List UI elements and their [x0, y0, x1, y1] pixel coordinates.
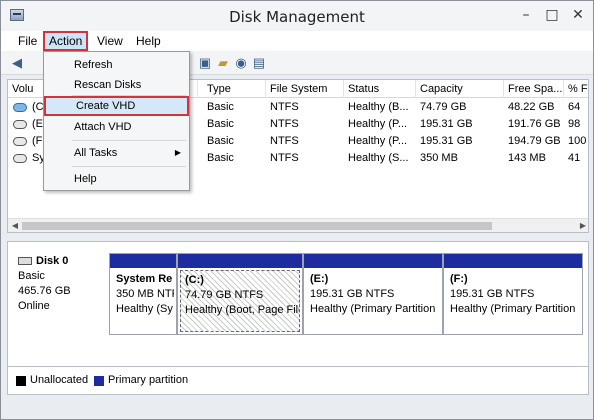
- partition-name: (F:): [450, 273, 468, 285]
- primary-partition-band: [178, 254, 302, 268]
- cell-free-space: 191.76 GB: [508, 118, 561, 130]
- menu-separator: [72, 140, 186, 141]
- unallocated-swatch: [16, 376, 26, 386]
- menu-separator: [72, 166, 186, 167]
- title-bar: Disk Management – □ ✕: [1, 1, 593, 31]
- volume-icon: [13, 103, 27, 112]
- column-free-space[interactable]: Free Spa...: [504, 80, 564, 98]
- cell-percent-free: 100: [568, 135, 587, 147]
- cell-percent-free: 41: [568, 152, 581, 164]
- menu-item-all-tasks[interactable]: All Tasks ▶: [44, 143, 189, 163]
- help-icon[interactable]: ▤: [251, 55, 267, 71]
- partition-e[interactable]: (E:) 195.31 GB NTFS Healthy (Primary Par…: [303, 253, 443, 335]
- primary-partition-band: [304, 254, 442, 268]
- menu-bar: File Action View Help: [1, 31, 593, 51]
- cell-capacity: 195.31 GB: [420, 118, 473, 130]
- menu-file[interactable]: File: [14, 33, 41, 49]
- menu-item-all-tasks-label: All Tasks: [74, 147, 118, 159]
- close-button[interactable]: ✕: [565, 5, 591, 25]
- cell-status: Healthy (P...: [348, 118, 408, 130]
- menu-item-rescan-disks[interactable]: Rescan Disks: [44, 75, 189, 95]
- cell-percent-free: 64: [568, 101, 581, 113]
- primary-partition-band: [444, 254, 582, 268]
- partition-status: Healthy (Primary Partition: [310, 303, 436, 315]
- submenu-arrow-icon: ▶: [174, 148, 181, 157]
- window-title: Disk Management: [229, 8, 365, 26]
- cell-status: Healthy (B...: [348, 101, 409, 113]
- partition-size: 195.31 GB NTFS: [450, 288, 535, 300]
- scrollbar-thumb[interactable]: [22, 222, 492, 230]
- cell-file-system: NTFS: [270, 118, 299, 130]
- column-percent-free[interactable]: % F: [564, 80, 588, 98]
- cell-status: Healthy (P...: [348, 135, 408, 147]
- partition-f[interactable]: (F:) 195.31 GB NTFS Healthy (Primary Par…: [443, 253, 583, 335]
- partition-size: 74.79 GB NTFS: [185, 289, 264, 301]
- legend: Unallocated Primary partition: [7, 367, 589, 395]
- scroll-right-icon[interactable]: ▶: [576, 219, 588, 232]
- disk-icon: [18, 257, 32, 266]
- menu-item-create-vhd[interactable]: Create VHD: [44, 96, 189, 116]
- column-status[interactable]: Status: [344, 80, 416, 98]
- volume-icon: [13, 137, 27, 146]
- cell-capacity: 195.31 GB: [420, 135, 473, 147]
- volume-icon: [13, 120, 27, 129]
- cell-free-space: 143 MB: [508, 152, 546, 164]
- primary-partition-swatch: [94, 376, 104, 386]
- cell-file-system: NTFS: [270, 152, 299, 164]
- search-icon[interactable]: ◉: [233, 55, 249, 71]
- maximize-button[interactable]: □: [539, 5, 565, 25]
- legend-primary-partition: Primary partition: [108, 374, 189, 386]
- cell-file-system: NTFS: [270, 101, 299, 113]
- menu-item-attach-vhd[interactable]: Attach VHD: [44, 117, 189, 137]
- cell-capacity: 350 MB: [420, 152, 458, 164]
- minimize-button[interactable]: –: [513, 5, 539, 25]
- cell-status: Healthy (S...: [348, 152, 409, 164]
- cell-type: Basic: [207, 118, 234, 130]
- status-bar: [1, 397, 593, 419]
- cell-type: Basic: [207, 101, 234, 113]
- column-type[interactable]: Type: [203, 80, 266, 98]
- disk-graphical-view: Disk 0 Basic 465.76 GB Online System Re …: [7, 241, 589, 367]
- cell-free-space: 194.79 GB: [508, 135, 561, 147]
- menu-view[interactable]: View: [93, 33, 127, 49]
- cell-percent-free: 98: [568, 118, 581, 130]
- partition-status: Healthy (Boot, Page File: [185, 304, 300, 316]
- partition-name: (C:): [185, 274, 204, 286]
- menu-action[interactable]: Action: [43, 31, 89, 51]
- disk-size: 465.76 GB: [18, 285, 71, 297]
- horizontal-scrollbar[interactable]: ◀ ▶: [8, 218, 588, 232]
- cell-type: Basic: [207, 152, 234, 164]
- disk-name: Disk 0: [36, 255, 69, 267]
- partition-status: Healthy (Sy: [116, 303, 173, 315]
- cell-free-space: 48.22 GB: [508, 101, 555, 113]
- partition-system-reserved[interactable]: System Re 350 MB NTF Healthy (Sy: [109, 253, 177, 335]
- partition-status: Healthy (Primary Partition: [450, 303, 576, 315]
- cell-file-system: NTFS: [270, 135, 299, 147]
- back-arrow-icon[interactable]: ◀: [9, 55, 25, 71]
- properties-icon[interactable]: ▣: [197, 55, 213, 71]
- partition-size: 195.31 GB NTFS: [310, 288, 395, 300]
- disk-management-window: Disk Management – □ ✕ File Action View H…: [0, 0, 594, 420]
- menu-help[interactable]: Help: [132, 33, 165, 49]
- partition-name: System Re: [116, 273, 173, 285]
- disk-info[interactable]: Disk 0 Basic 465.76 GB Online: [18, 254, 108, 314]
- disk-type: Basic: [18, 270, 45, 282]
- primary-partition-band: [110, 254, 176, 268]
- partition-name: (E:): [310, 273, 329, 285]
- partition-c[interactable]: (C:) 74.79 GB NTFS Healthy (Boot, Page F…: [177, 253, 303, 335]
- column-capacity[interactable]: Capacity: [416, 80, 504, 98]
- menu-item-refresh[interactable]: Refresh: [44, 55, 189, 75]
- disk-state: Online: [18, 300, 50, 312]
- legend-unallocated: Unallocated: [30, 374, 89, 386]
- cell-type: Basic: [207, 135, 234, 147]
- column-file-system[interactable]: File System: [266, 80, 344, 98]
- open-folder-icon[interactable]: ▰: [215, 55, 231, 71]
- cell-capacity: 74.79 GB: [420, 101, 467, 113]
- volume-icon: [13, 154, 27, 163]
- scroll-left-icon[interactable]: ◀: [8, 219, 22, 232]
- action-menu-dropdown: Refresh Rescan Disks Create VHD Attach V…: [43, 51, 190, 191]
- menu-item-help[interactable]: Help: [44, 169, 189, 189]
- partition-size: 350 MB NTF: [116, 288, 174, 300]
